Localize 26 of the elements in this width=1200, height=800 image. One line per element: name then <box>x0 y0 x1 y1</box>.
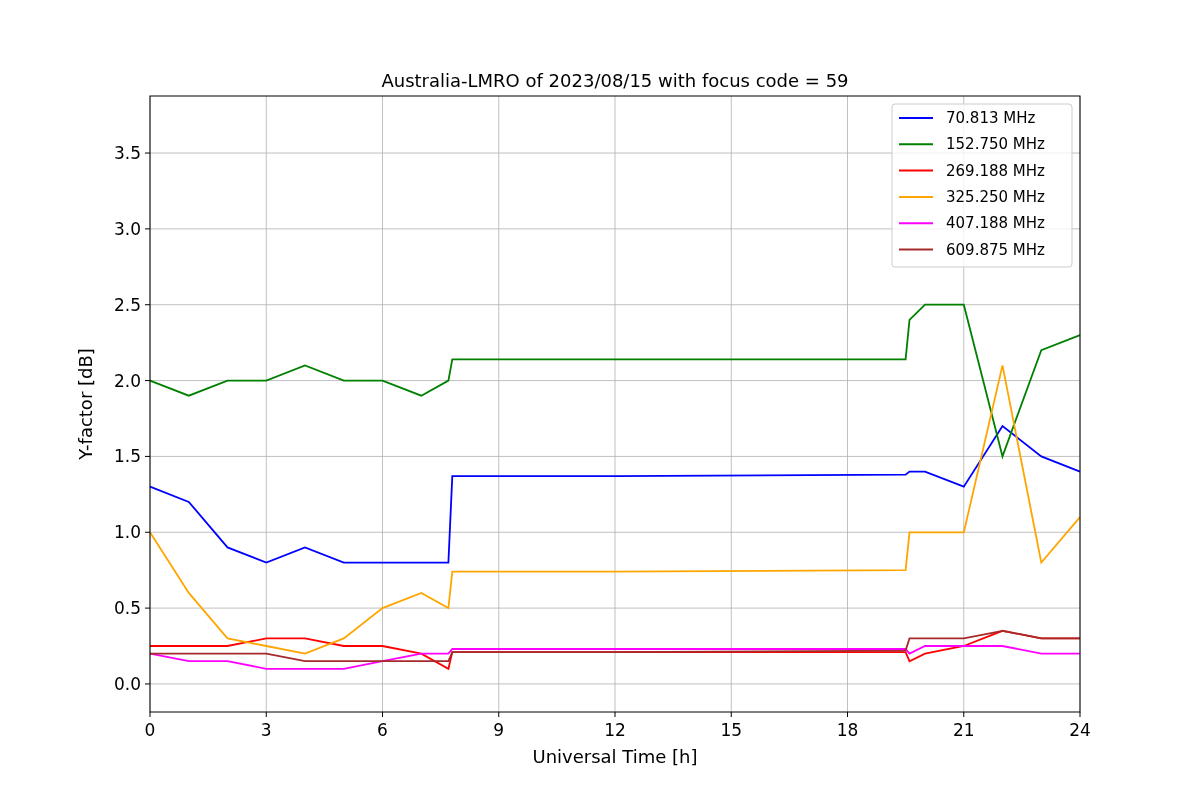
y-axis-label: Y-factor [dB] <box>75 348 96 460</box>
legend-label: 152.750 MHz <box>946 135 1045 154</box>
y-tick-label: 3.5 <box>113 143 141 164</box>
y-tick-label: 2.5 <box>113 294 141 315</box>
y-tick-label: 0.5 <box>113 598 141 619</box>
y-tick-label: 1.0 <box>113 522 141 543</box>
chart-title: Australia-LMRO of 2023/08/15 with focus code = 59 <box>381 70 849 91</box>
x-tick-label: 24 <box>1069 720 1091 740</box>
legend-label: 609.875 MHz <box>946 240 1045 259</box>
legend-label: 70.813 MHz <box>946 109 1036 127</box>
legend-label: 407.188 MHz <box>946 214 1045 233</box>
x-tick-label: 18 <box>836 720 859 740</box>
legend-label: 269.188 MHz <box>946 161 1045 180</box>
x-tick-label: 0 <box>144 720 156 740</box>
y-tick-label: 3.0 <box>113 218 141 239</box>
x-tick-label: 21 <box>952 720 975 740</box>
y-tick-label: 0.0 <box>113 673 141 694</box>
x-tick-label: 12 <box>604 720 626 740</box>
y-tick-label: 2.0 <box>113 370 141 391</box>
legend-label: 325.250 MHz <box>946 187 1045 206</box>
y-tick-label: 1.5 <box>113 446 141 467</box>
x-axis-label: Universal Time [h] <box>532 746 698 767</box>
x-tick-label: 3 <box>260 720 272 740</box>
x-tick-label: 6 <box>377 720 388 740</box>
x-tick-label: 9 <box>493 720 505 740</box>
x-tick-label: 15 <box>720 720 743 740</box>
